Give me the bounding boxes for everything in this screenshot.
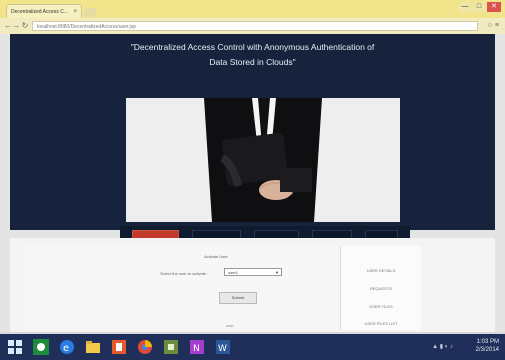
banner-image	[126, 98, 400, 222]
new-tab-button[interactable]	[82, 8, 98, 17]
side-link-user-details[interactable]: USER DETAILS	[341, 268, 421, 273]
site-header: "Decentralized Access Control with Anony…	[10, 34, 495, 252]
side-link-user-files-list[interactable]: USER FILES LIST	[341, 321, 421, 326]
star-icon[interactable]: ☆ ≡	[487, 21, 499, 29]
app-icon[interactable]	[163, 339, 179, 355]
close-tab-icon[interactable]: ×	[73, 9, 77, 15]
clock[interactable]: 1:03 PM 2/3/2014	[463, 338, 499, 354]
side-link-user-files[interactable]: USER FILES	[341, 304, 421, 309]
browser-chrome: Decentralized Access C... × — □ ✕ ← → ↻ …	[0, 0, 505, 34]
chevron-down-icon: ▼	[275, 270, 279, 275]
footer-note: user	[226, 323, 234, 328]
word-icon[interactable]: W	[215, 339, 231, 355]
submit-button[interactable]: Submit	[219, 292, 257, 304]
office-icon[interactable]	[111, 339, 127, 355]
address-bar: ← → ↻ localhost:8080/DecentralizedAccess…	[0, 18, 505, 34]
svg-text:N: N	[193, 344, 200, 354]
reload-icon[interactable]: ↻	[21, 21, 29, 30]
taskbar: e N W ▲ ▮ ◐ ♪ 1:03 PM 2/3/2014	[0, 334, 505, 360]
windows-logo-icon[interactable]	[7, 339, 23, 355]
user-select[interactable]: user1 ▼	[224, 268, 282, 276]
browser-tab[interactable]: Decentralized Access C... ×	[6, 4, 82, 18]
minimize-button[interactable]: —	[459, 2, 471, 12]
tab-title: Decentralized Access C...	[11, 8, 68, 15]
forward-icon[interactable]: →	[12, 21, 20, 30]
onenote-icon[interactable]: N	[189, 339, 205, 355]
businessman-illustration	[126, 98, 400, 222]
window-controls: — □ ✕	[459, 2, 501, 12]
side-menu: USER DETAILS REQUESTS USER FILES USER FI…	[340, 246, 421, 330]
ie-icon[interactable]	[33, 339, 49, 355]
folder-icon[interactable]	[85, 339, 101, 355]
chrome-icon[interactable]	[137, 339, 153, 355]
clock-time: 1:03 PM	[476, 339, 499, 345]
maximize-button[interactable]: □	[473, 2, 485, 12]
close-window-button[interactable]: ✕	[487, 2, 501, 12]
user-select-label: Select the user to activate :	[160, 271, 209, 276]
url-field[interactable]: localhost:8080/DecentralizedAccess/user.…	[32, 21, 478, 31]
content-area: Activate User Select the user to activat…	[10, 238, 495, 332]
web-page: "Decentralized Access Control with Anony…	[0, 34, 505, 332]
title-line-2: Data Stored in Clouds"	[209, 57, 296, 67]
page-title: "Decentralized Access Control with Anony…	[80, 40, 425, 70]
side-link-requests[interactable]: REQUESTS	[341, 286, 421, 291]
edge-icon[interactable]: e	[59, 339, 75, 355]
svg-text:e: e	[63, 343, 69, 354]
title-line-1: "Decentralized Access Control with Anony…	[130, 42, 375, 52]
user-select-value: user1	[228, 270, 239, 275]
activate-form: Activate User Select the user to activat…	[24, 246, 338, 330]
system-tray[interactable]: ▲ ▮ ◐ ♪	[432, 343, 453, 350]
svg-text:W: W	[218, 344, 227, 354]
back-icon[interactable]: ←	[4, 21, 12, 30]
form-title: Activate User	[204, 254, 228, 259]
clock-date: 2/3/2014	[475, 347, 499, 353]
